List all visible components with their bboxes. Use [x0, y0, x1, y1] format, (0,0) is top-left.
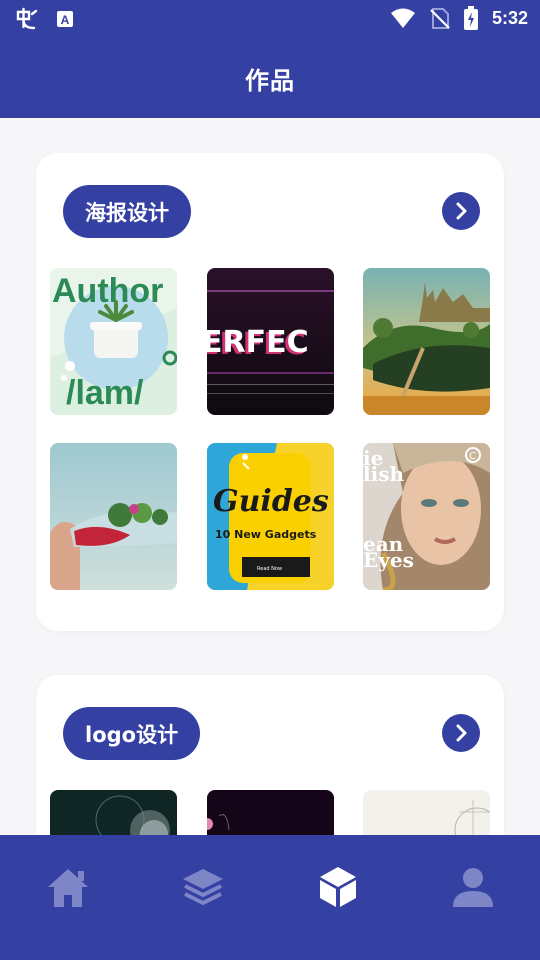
poster-text: ERFEC — [207, 325, 309, 360]
bottom-tab-bar — [0, 835, 540, 960]
translate-icon: A — [57, 11, 73, 27]
tab-home[interactable] — [46, 865, 90, 909]
logo-image — [207, 790, 334, 835]
more-logos-button[interactable] — [442, 714, 480, 752]
poster-thumbnail[interactable]: Author /lam/ — [50, 268, 177, 415]
layers-icon — [183, 869, 223, 905]
poster-image — [50, 443, 177, 590]
poster-text: Guides — [213, 484, 329, 519]
poster-text: Eyes — [363, 548, 414, 572]
home-icon — [48, 869, 88, 907]
section-title-posters[interactable]: 海报设计 — [63, 185, 191, 238]
poster-image: Guides 10 New Gadgets Read Now — [207, 443, 334, 590]
poster-image: ie lish ean Eyes C — [363, 443, 490, 590]
battery-icon — [463, 6, 478, 30]
status-time: 5:32 — [491, 7, 528, 28]
logo-thumbnail[interactable] — [50, 790, 177, 835]
section-title-logos[interactable]: logo设计 — [63, 707, 201, 760]
section-card-posters: 海报设计 Author /lam/ ERFEC ERFEC Guides 10 … — [36, 153, 504, 631]
poster-thumbnail[interactable] — [50, 443, 177, 590]
content-scroll[interactable]: 海报设计 Author /lam/ ERFEC ERFEC Guides 10 … — [0, 118, 540, 835]
logo-image — [50, 790, 177, 835]
person-icon — [453, 868, 493, 907]
logo-image — [363, 790, 490, 835]
poster-image: Author /lam/ — [50, 268, 177, 415]
poster-text: lish — [363, 462, 404, 486]
svg-text:A: A — [61, 13, 70, 27]
bug-icon — [16, 7, 38, 30]
poster-text: Author — [52, 272, 163, 310]
poster-text: Read Now — [257, 566, 282, 572]
more-posters-button[interactable] — [442, 192, 480, 230]
svg-text:C: C — [469, 451, 476, 462]
poster-thumbnail[interactable]: Guides 10 New Gadgets Read Now — [207, 443, 334, 590]
no-sim-icon — [430, 8, 450, 29]
chevron-right-icon — [456, 724, 467, 742]
poster-image — [363, 268, 490, 415]
chevron-right-icon — [456, 202, 467, 220]
tab-works[interactable] — [316, 865, 360, 909]
logo-thumbnail[interactable] — [207, 790, 334, 835]
poster-image: ERFEC ERFEC — [207, 268, 334, 415]
poster-thumbnail[interactable]: ie lish ean Eyes C — [363, 443, 490, 590]
tab-profile[interactable] — [451, 865, 495, 909]
status-bar: A 5:32 — [0, 0, 540, 38]
page-title: 作品 — [245, 66, 295, 95]
poster-text: 10 New Gadgets — [215, 528, 317, 541]
poster-text: /lam/ — [66, 374, 144, 412]
wifi-icon — [390, 8, 415, 28]
section-card-logos: logo设计 — [36, 675, 504, 835]
app-bar: 作品 — [0, 38, 540, 118]
logo-thumbnail[interactable] — [363, 790, 490, 835]
poster-thumbnail[interactable]: ERFEC ERFEC — [207, 268, 334, 415]
tab-layers[interactable] — [181, 865, 225, 909]
poster-thumbnail[interactable] — [363, 268, 490, 415]
cube-icon — [320, 867, 356, 907]
